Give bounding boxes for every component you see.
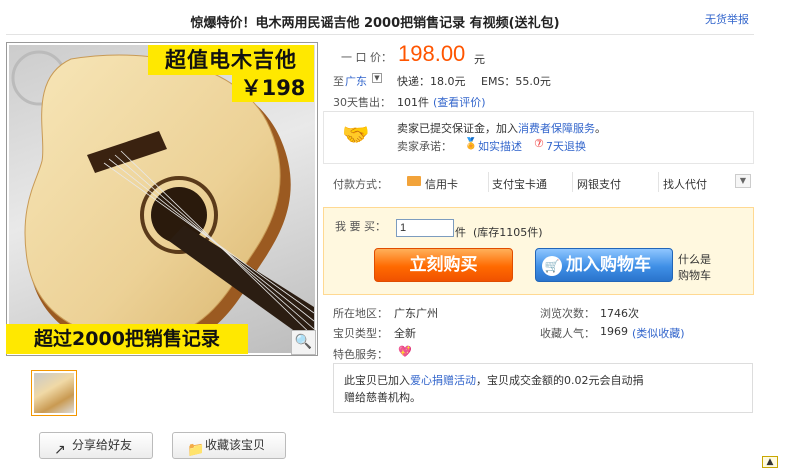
what-is-cart-line2[interactable]: 购物车 [678,267,711,283]
charity-prefix: 此宝贝已加入 [344,374,410,387]
favorite-button[interactable]: 📁 收藏该宝贝 [172,432,286,459]
title-divider [6,34,754,35]
banner-headline: 超值电木吉他 [148,45,314,75]
payment-label: 付款方式： [333,178,388,191]
add-to-cart-label: 加入购物车 [566,255,651,275]
magnifier-icon[interactable]: 🔍 [291,330,316,355]
price-value: 198.00 [398,41,466,66]
add-to-cart-button[interactable]: 🛒 加入购物车 [535,248,673,282]
share-button-label: 分享给好友 [72,438,133,452]
report-link[interactable]: 无货举报 [705,11,749,27]
views-value: 1746次 [600,307,639,320]
guarantee-suffix: 。 [595,122,606,135]
item-type-label: 宝贝类型： [333,327,388,340]
charity-link[interactable]: 爱心捐赠活动 [410,374,476,387]
favorite-button-label: 收藏该宝贝 [205,438,266,452]
banner-price: ￥198 [232,74,314,102]
payment-credit-card[interactable]: 信用卡 [425,176,458,192]
similar-favorites-link[interactable]: (类似收藏) [632,325,685,341]
what-is-cart-line1[interactable]: 什么是 [678,251,711,267]
ship-to-label: 至 [333,75,344,88]
charity-notice: 此宝贝已加入爱心捐赠活动，宝贝成交金额的0.02元会自动捐 赠给慈善机构。 [333,363,753,413]
handshake-icon: 🤝 [342,123,370,148]
payment-proxy[interactable]: 找人代付 [663,176,707,192]
ems-fee: EMS：55.0元 [481,75,551,88]
share-button[interactable]: ↗ 分享给好友 [39,432,153,459]
sales-count: 101件 [397,96,429,109]
page-title: 惊爆特价！电木两用民谣吉他 2000把销售记录 有视频(送礼包) [190,16,560,31]
stock-count: (库存1105件) [473,226,543,239]
buy-now-button[interactable]: 立刻购买 [374,248,513,282]
banner-sales-record: 超过2000把销售记录 [6,324,248,354]
quantity-label: 我 要 买： [335,220,386,233]
popularity-value: 1969 [600,325,628,338]
divider [658,172,659,192]
promise-label: 卖家承诺： [397,140,452,153]
heart-icon[interactable]: 💖 [398,345,412,358]
charity-text: ，宝贝成交金额的0.02元会自动捐 [476,374,644,387]
special-service-label: 特色服务： [333,348,388,361]
price-label: 一 口 价： [341,51,392,64]
payment-expand-icon[interactable]: ▼ [735,174,751,188]
express-fee: 快递：18.0元 [397,75,466,88]
payment-netbank[interactable]: 网银支付 [577,176,621,192]
ship-destination[interactable]: 广东 [345,73,367,89]
price-unit: 元 [474,53,485,66]
views-label: 浏览次数： [540,307,595,320]
cart-icon: 🛒 [542,256,562,276]
divider [488,172,489,192]
guarantee-line1: 卖家已提交保证金，加入消费者保障服务。 [397,120,606,136]
seven-day-icon: ⑦ [534,137,544,150]
sales-label: 30天售出： [333,96,391,109]
view-reviews-link[interactable]: (查看评价) [433,94,486,110]
seven-day-return-link[interactable]: 7天退换 [546,138,586,154]
region-label: 所在地区： [333,307,388,320]
scroll-top-icon[interactable]: ▲ [762,456,778,468]
medal-icon: 🏅 [464,137,478,150]
item-type-value: 全新 [394,327,416,340]
guarantee-text: 卖家已提交保证金，加入 [397,122,518,135]
folder-icon: 📁 [187,442,205,458]
thumbnail-1[interactable] [31,370,77,416]
credit-card-icon [407,176,421,186]
payment-alipay-card[interactable]: 支付宝卡通 [492,176,547,192]
as-described-link[interactable]: 如实描述 [478,138,522,154]
divider [572,172,573,192]
chevron-down-icon[interactable]: ▼ [372,73,382,83]
charity-text-line2: 赠给慈善机构。 [344,391,421,404]
region-value: 广东广州 [394,307,438,320]
popularity-label: 收藏人气： [540,327,595,340]
quantity-unit: 件 [455,226,466,239]
quantity-input[interactable] [396,219,454,237]
share-icon: ↗ [54,442,66,458]
consumer-protection-link[interactable]: 消费者保障服务 [518,122,595,135]
